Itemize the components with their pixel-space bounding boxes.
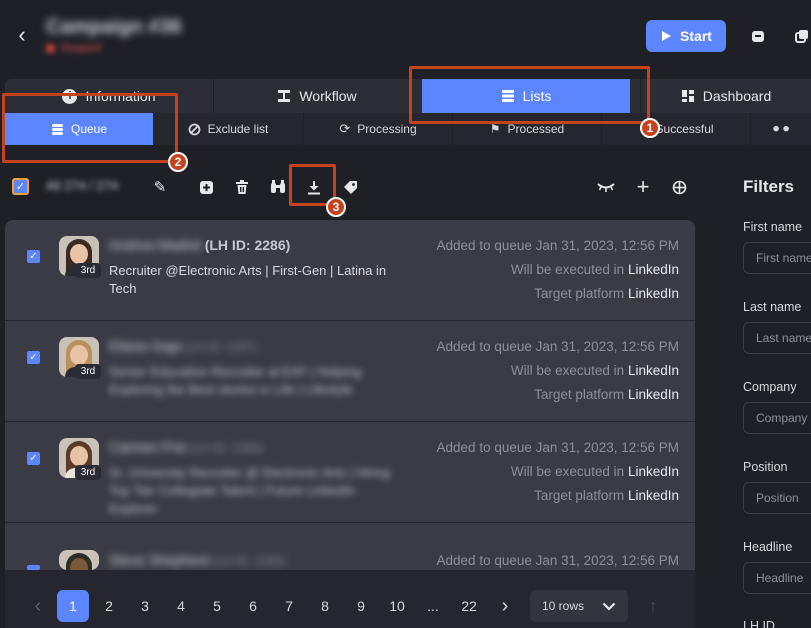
added-to-queue: Added to queue Jan 31, 2023, 12:56 PM <box>436 553 679 568</box>
target-platform: Target platform LinkedIn <box>534 387 679 402</box>
target-platform: Target platform LinkedIn <box>534 286 679 301</box>
page-6[interactable]: 6 <box>237 590 269 622</box>
subtab-processed[interactable]: ⚑ Processed <box>452 113 601 145</box>
contact-name[interactable]: Andrea Madrid (LH ID: 2286) <box>109 237 290 253</box>
select-all-checkbox[interactable]: ✓ <box>12 178 29 195</box>
page-9[interactable]: 9 <box>345 590 377 622</box>
filter-label-company: Company <box>743 380 797 394</box>
tab-lists[interactable]: Lists <box>422 79 630 113</box>
campaign-status: Stopped <box>46 42 101 54</box>
list-icon <box>501 90 514 102</box>
trash-icon[interactable] <box>232 177 252 197</box>
added-to-queue: Added to queue Jan 31, 2023, 12:56 PM <box>436 238 679 253</box>
page-22[interactable]: 22 <box>453 590 485 622</box>
play-icon <box>662 31 672 41</box>
filter-label-lh-id: LH ID <box>743 619 775 628</box>
filter-label-headline: Headline <box>743 540 793 554</box>
subtab-queue[interactable]: Queue <box>5 113 153 145</box>
workflow-icon <box>278 90 291 102</box>
row-checkbox[interactable]: ✓ <box>27 351 40 364</box>
grid-icon[interactable] <box>669 177 689 197</box>
tab-information[interactable]: i Information <box>5 79 213 113</box>
start-button[interactable]: Start <box>646 20 726 52</box>
row-checkbox[interactable]: ✓ <box>27 452 40 465</box>
last-name-input[interactable] <box>743 322 811 354</box>
subtab-more[interactable]: ⚫⚫ <box>750 113 811 145</box>
status-dot-icon <box>46 43 55 53</box>
next-page-icon[interactable]: › <box>489 590 521 622</box>
filter-label-last-name: Last name <box>743 300 802 314</box>
company-input[interactable] <box>743 402 811 434</box>
filter-label-position: Position <box>743 460 788 474</box>
dashboard-icon <box>681 90 694 102</box>
contact-headline: Recruiter @Electronic Arts | First-Gen |… <box>109 263 387 296</box>
added-to-queue: Added to queue Jan 31, 2023, 12:56 PM <box>436 440 679 455</box>
back-icon[interactable]: ‹ <box>12 22 32 47</box>
added-to-queue: Added to queue Jan 31, 2023, 12:56 PM <box>436 339 679 354</box>
duplicate-icon[interactable] <box>792 26 811 46</box>
binoculars-icon: ⚫⚫ <box>770 122 792 136</box>
row-checkbox[interactable]: ✓ <box>27 250 40 263</box>
filter-label-first-name: First name <box>743 220 803 234</box>
block-icon <box>188 123 201 135</box>
avatar <box>59 550 99 570</box>
add-to-list-icon[interactable] <box>196 177 216 197</box>
tag-icon[interactable] <box>340 177 360 197</box>
processing-icon: ⟳ <box>339 121 351 136</box>
queue-icon <box>51 123 63 135</box>
contact-name[interactable]: Carmen Frei (LH ID: 2288) <box>109 439 263 455</box>
page-1[interactable]: 1 <box>57 590 89 622</box>
contact-headline: Senior Education Recruiter at EAT | Help… <box>109 364 362 397</box>
annotation-badge-2: 2 <box>168 152 188 172</box>
subtab-exclude-list[interactable]: Exclude list <box>153 113 303 145</box>
page-7[interactable]: 7 <box>273 590 305 622</box>
page-8[interactable]: 8 <box>309 590 341 622</box>
start-button-label: Start <box>680 28 712 44</box>
executed-in: Will be executed in LinkedIn <box>510 262 679 277</box>
contact-name[interactable]: Eliane Gaja (LH ID: 2287) <box>109 338 257 354</box>
campaign-title: Campaign #36 <box>46 16 182 38</box>
chevron-down-icon <box>602 602 616 611</box>
page-5[interactable]: 5 <box>201 590 233 622</box>
page-3[interactable]: 3 <box>129 590 161 622</box>
executed-in: Will be executed in LinkedIn <box>510 363 679 378</box>
degree-badge: 3rd <box>75 465 101 480</box>
executed-in: Will be executed in LinkedIn <box>510 464 679 479</box>
prev-page-icon[interactable]: ‹ <box>22 590 54 622</box>
headline-input[interactable] <box>743 562 811 594</box>
filters-title: Filters <box>743 177 795 196</box>
binoculars-icon[interactable] <box>268 177 288 197</box>
annotation-badge-3: 3 <box>326 197 346 217</box>
archive-icon[interactable] <box>748 26 768 46</box>
contact-headline: Sr. University Recruiter @ Electronic Ar… <box>109 465 390 516</box>
page-4[interactable]: 4 <box>165 590 197 622</box>
selected-count: All 274 / 274 <box>46 178 119 193</box>
scroll-top-icon[interactable]: ↑ <box>637 590 669 622</box>
page-2[interactable]: 2 <box>93 590 125 622</box>
first-name-input[interactable] <box>743 242 811 274</box>
target-platform: Target platform LinkedIn <box>534 488 679 503</box>
rows-per-page-select[interactable]: 10 rows <box>530 590 628 622</box>
degree-badge: 3rd <box>75 364 101 379</box>
subtab-successful[interactable]: ✔ Successful <box>601 113 750 145</box>
hide-icon[interactable] <box>596 177 616 197</box>
tab-dashboard[interactable]: Dashboard <box>640 79 811 113</box>
download-icon[interactable] <box>304 177 324 197</box>
subtab-processing[interactable]: ⟳ Processing <box>303 113 452 145</box>
tab-workflow[interactable]: Workflow <box>213 79 420 113</box>
info-icon: i <box>62 88 78 104</box>
contact-name[interactable]: Steve Shepherd (LH ID: 2289) <box>109 552 285 568</box>
edit-icon[interactable]: ✎ <box>150 177 170 197</box>
page-10[interactable]: 10 <box>381 590 413 622</box>
add-icon[interactable]: + <box>633 174 653 199</box>
position-input[interactable] <box>743 482 811 514</box>
annotation-badge-1: 1 <box>640 118 660 138</box>
finish-flag-icon: ⚑ <box>489 122 501 136</box>
page-ellipsis: ... <box>427 598 439 614</box>
degree-badge: 3rd <box>75 263 101 278</box>
